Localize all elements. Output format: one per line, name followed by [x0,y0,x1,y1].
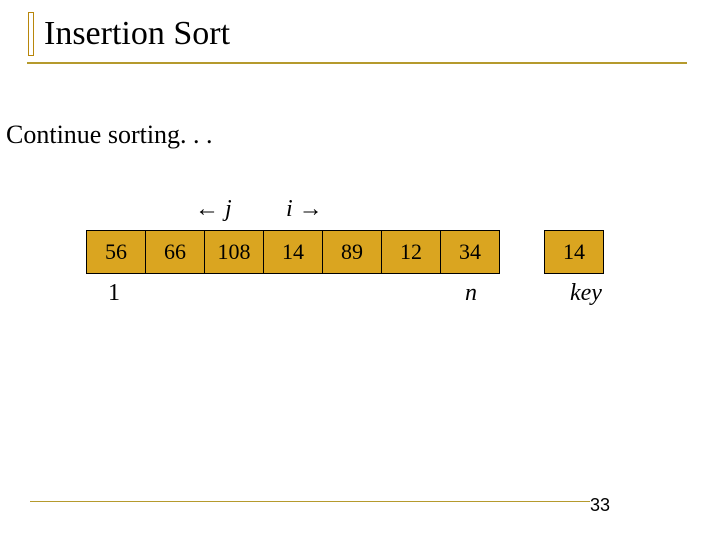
key-cell: 14 [544,230,604,274]
i-variable: i [286,196,293,222]
page-number: 33 [590,495,610,516]
subtitle: Continue sorting. . . [6,120,213,150]
array-cell: 56 [86,230,146,274]
slide-title-bar: Insertion Sort [28,12,230,56]
array-cell: 89 [322,230,382,274]
slide-title: Insertion Sort [44,15,230,53]
left-arrow-icon: ← [195,196,225,222]
right-arrow-icon: → [293,196,323,222]
insertion-sort-diagram: ← j i → 56 66 108 14 89 12 34 14 1 n key [86,196,686,316]
title-accent [28,12,34,56]
last-index-label: n [465,280,477,307]
footer-divider [30,501,590,502]
title-underline [27,62,687,64]
array-cell: 14 [263,230,323,274]
first-index-label: 1 [108,280,120,307]
gap [500,230,544,274]
array-cell: 12 [381,230,441,274]
array-row: 56 66 108 14 89 12 34 14 [86,230,686,274]
array-cell: 34 [440,230,500,274]
j-variable: j [225,196,232,222]
pointer-annotation-row: ← j i → [86,196,686,230]
array-cell: 66 [145,230,205,274]
array-cell: 108 [204,230,264,274]
key-label: key [570,280,602,307]
index-labels-row: 1 n key [86,280,686,316]
j-pointer-label: ← j [195,196,232,223]
i-pointer-label: i → [286,196,323,223]
